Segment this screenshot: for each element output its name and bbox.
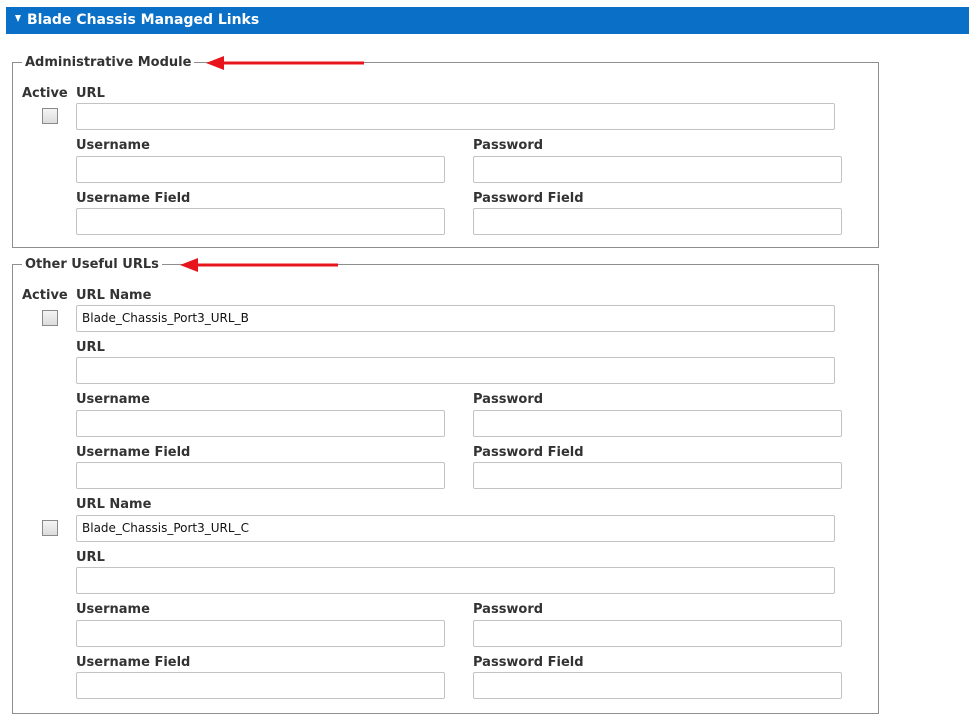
username-field-label: Username Field [76,191,191,206]
entry-b-password-field-input[interactable] [473,462,842,489]
entry-c-url-input[interactable] [76,567,835,594]
red-arrow-icon [206,56,364,70]
url-name-label: URL Name [76,497,152,512]
password-field-label: Password Field [473,445,584,460]
admin-password-input[interactable] [473,156,842,183]
entry-b-url-input[interactable] [76,357,835,384]
admin-password-field-input[interactable] [473,208,842,235]
admin-module-legend: Administrative Module [22,55,195,71]
entry-b-password-input[interactable] [473,410,842,437]
other-urls-legend: Other Useful URLs [22,257,162,273]
entry-c-username-field-input[interactable] [76,672,445,699]
section-title: Blade Chassis Managed Links [27,12,260,28]
username-field-label: Username Field [76,445,191,460]
password-label: Password [473,392,544,407]
password-label: Password [473,138,544,153]
collapse-triangle-icon[interactable] [15,15,21,22]
url-label: URL [76,340,105,355]
entry-c-password-input[interactable] [473,620,842,647]
entry-c-username-input[interactable] [76,620,445,647]
password-field-label: Password Field [473,655,584,670]
admin-username-input[interactable] [76,156,445,183]
username-field-label: Username Field [76,655,191,670]
active-label: Active [22,288,68,303]
password-label: Password [473,602,544,617]
username-label: Username [76,138,150,153]
username-label: Username [76,392,150,407]
section-header[interactable]: Blade Chassis Managed Links [6,7,969,34]
url-name-label: URL Name [76,288,152,303]
entry-b-username-input[interactable] [76,410,445,437]
entry-c-password-field-input[interactable] [473,672,842,699]
red-arrow-icon [180,258,338,272]
username-label: Username [76,602,150,617]
url-label: URL [76,86,105,101]
entry-c-active-checkbox[interactable] [42,520,58,536]
entry-b-username-field-input[interactable] [76,462,445,489]
entry-b-active-checkbox[interactable] [42,310,58,326]
url-label: URL [76,550,105,565]
admin-url-input[interactable] [76,103,835,130]
admin-active-checkbox[interactable] [42,108,58,124]
admin-username-field-input[interactable] [76,208,445,235]
entry-c-url-name-input[interactable]: Blade_Chassis_Port3_URL_C [76,515,835,542]
password-field-label: Password Field [473,191,584,206]
entry-b-url-name-input[interactable]: Blade_Chassis_Port3_URL_B [76,305,835,332]
active-label: Active [22,86,68,101]
